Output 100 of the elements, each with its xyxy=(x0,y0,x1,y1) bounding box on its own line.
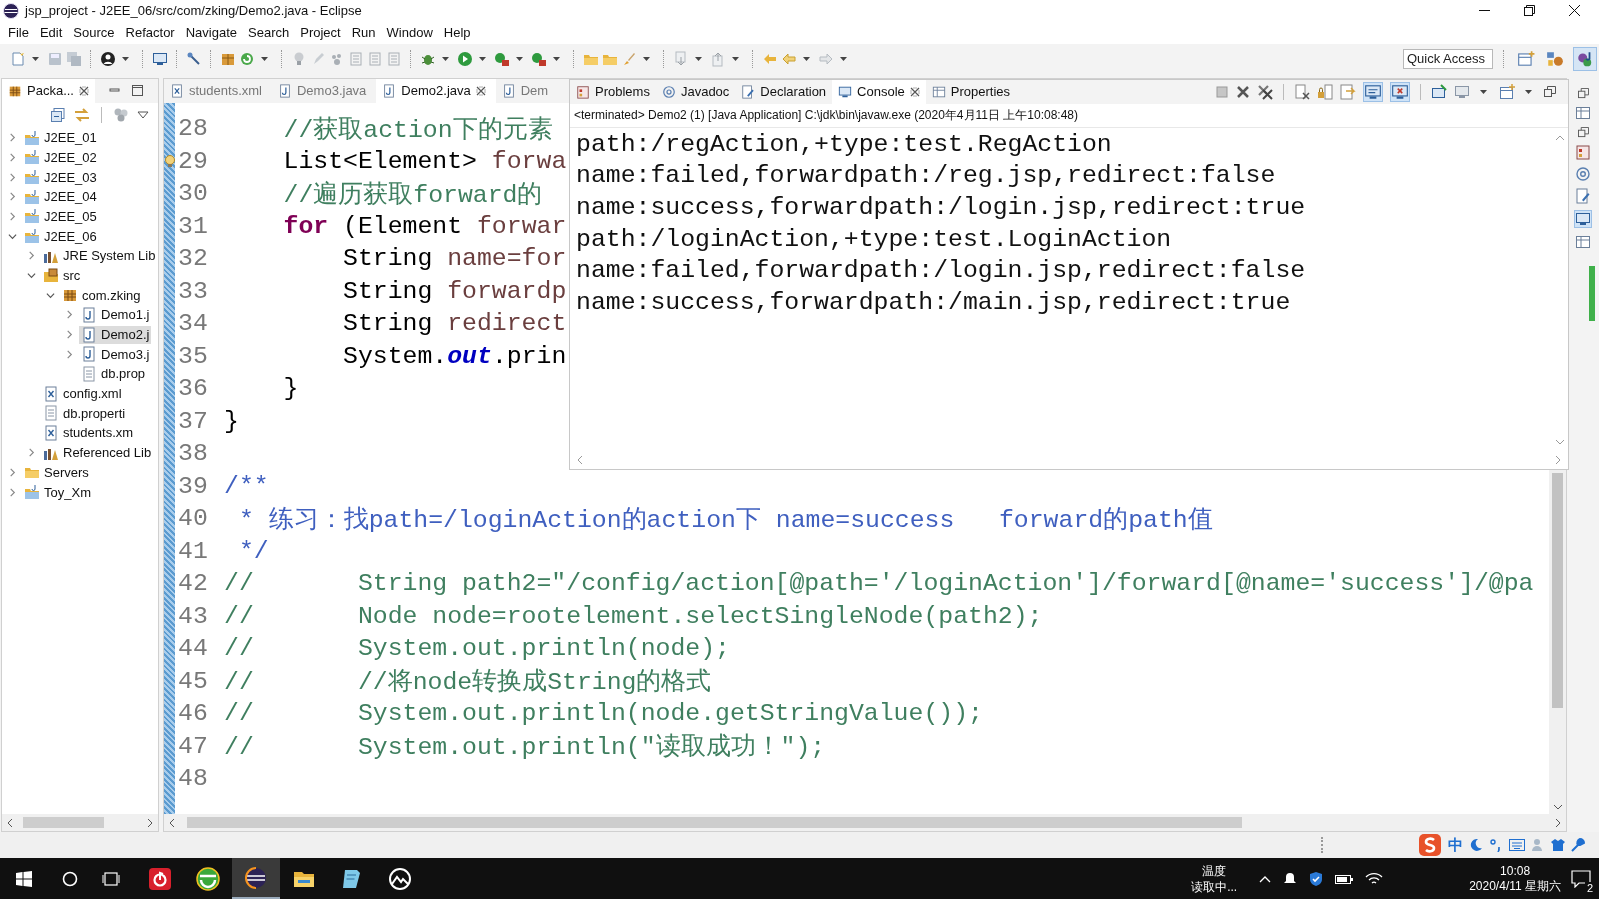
menu-item[interactable]: Refactor xyxy=(123,24,184,42)
maximize-icon[interactable] xyxy=(1524,5,1535,17)
search-icon[interactable] xyxy=(62,870,78,887)
document-icon[interactable] xyxy=(1575,187,1591,204)
weather-text[interactable]: 温度 xyxy=(1202,862,1227,879)
chevron-icon[interactable] xyxy=(8,467,17,477)
tree-item[interactable]: J2EE_04 xyxy=(22,187,99,206)
chevron-icon[interactable] xyxy=(27,251,36,261)
view-tab[interactable]: Problems xyxy=(570,79,656,104)
input-mode[interactable]: 中 xyxy=(1448,835,1463,855)
clock-time[interactable]: 10:08 xyxy=(1500,863,1531,879)
scroll-left-icon[interactable] xyxy=(576,455,584,466)
person-icon[interactable] xyxy=(100,50,116,67)
collapse-all-icon[interactable] xyxy=(50,106,66,123)
tree-item[interactable]: Demo1.j xyxy=(79,305,152,324)
scroll-left-icon[interactable] xyxy=(168,817,176,828)
close-icon[interactable] xyxy=(1569,5,1580,17)
chevron-icon[interactable] xyxy=(8,192,17,202)
refresh-icon[interactable] xyxy=(239,50,255,67)
clipboard-icon[interactable] xyxy=(1575,143,1591,160)
caret-icon[interactable] xyxy=(32,56,39,61)
scroll-up-icon[interactable] xyxy=(1554,133,1565,142)
tree-item[interactable]: Servers xyxy=(22,463,91,482)
outline-icon[interactable] xyxy=(1575,104,1591,121)
caret-up-icon[interactable] xyxy=(1259,874,1272,883)
view-tab[interactable]: Console xyxy=(832,79,926,104)
chevron-icon[interactable] xyxy=(65,330,74,340)
battery-icon[interactable] xyxy=(1335,872,1354,885)
monitor-icon[interactable] xyxy=(1454,83,1470,100)
view-tab[interactable]: Declaration xyxy=(735,79,833,104)
remove-all-icon[interactable] xyxy=(1257,83,1273,100)
caret-icon[interactable] xyxy=(516,56,523,61)
chevron-icon[interactable] xyxy=(27,271,36,280)
caret-icon[interactable] xyxy=(122,56,129,61)
weather-text[interactable]: 读取中... xyxy=(1191,878,1238,895)
java-perspective-icon[interactable] xyxy=(1573,46,1597,71)
play-icon[interactable] xyxy=(457,50,473,67)
restore-icon[interactable] xyxy=(1577,126,1589,138)
scroll-right-icon[interactable] xyxy=(1554,817,1562,828)
menu-item[interactable]: Project xyxy=(298,24,350,42)
caret-icon[interactable] xyxy=(1480,89,1487,94)
caret-icon[interactable] xyxy=(479,56,486,61)
menu-item[interactable]: Source xyxy=(71,24,124,42)
warning-marker-icon[interactable] xyxy=(164,153,176,168)
editor-tab[interactable]: students.xml xyxy=(164,78,272,103)
close-icon[interactable] xyxy=(909,86,920,97)
monitor-icon[interactable] xyxy=(152,50,168,67)
scroll-right-icon[interactable] xyxy=(146,817,154,828)
restore-icon[interactable] xyxy=(1544,85,1556,98)
tree-item[interactable]: Demo2.j xyxy=(79,325,152,344)
punctuation-icon[interactable] xyxy=(1489,838,1503,852)
tree-item[interactable]: db.prop xyxy=(79,364,148,383)
remove-icon[interactable] xyxy=(1236,84,1250,99)
at-sign-icon[interactable] xyxy=(1575,165,1591,182)
close-icon[interactable] xyxy=(475,85,486,96)
view-tab[interactable]: Properties xyxy=(925,79,1017,104)
pin-monitor-icon[interactable] xyxy=(1431,83,1447,100)
run-icon[interactable] xyxy=(494,50,510,67)
editor-tab[interactable]: Demo3.java xyxy=(272,78,377,103)
editor-tab[interactable]: Dem xyxy=(495,78,559,103)
editor-tab[interactable]: Demo2.java xyxy=(376,78,496,103)
tree-item[interactable]: JRE System Lib xyxy=(41,246,158,265)
view-tab[interactable]: Packa... xyxy=(2,78,95,103)
maximize-icon[interactable] xyxy=(131,85,143,97)
clock-date[interactable]: 2020/4/11 星期六 xyxy=(1469,878,1561,894)
start-icon[interactable] xyxy=(16,870,32,887)
bell-icon[interactable] xyxy=(1283,871,1298,886)
wrench-icon[interactable] xyxy=(1571,838,1585,852)
caret-icon[interactable] xyxy=(803,56,810,61)
run-icon[interactable] xyxy=(531,50,547,67)
view-tab[interactable]: Javadoc xyxy=(655,79,736,104)
caret-icon[interactable] xyxy=(840,56,847,61)
chevron-icon[interactable] xyxy=(8,133,17,143)
scrollbar-thumb[interactable] xyxy=(22,817,104,828)
pin-icon[interactable] xyxy=(186,50,202,67)
show-on-output-icon[interactable] xyxy=(1363,81,1383,102)
new-console-icon[interactable] xyxy=(1499,83,1515,100)
chevron-icon[interactable] xyxy=(8,152,17,162)
monitor-icon[interactable] xyxy=(1574,209,1592,228)
menu-item[interactable]: Search xyxy=(246,24,299,42)
caret-icon[interactable] xyxy=(732,56,739,61)
chevron-icon[interactable] xyxy=(8,211,17,221)
menu-item[interactable]: Navigate xyxy=(183,24,246,42)
scroll-right-icon[interactable] xyxy=(1554,455,1562,466)
chevron-icon[interactable] xyxy=(8,487,17,497)
chevron-icon[interactable] xyxy=(27,448,36,458)
show-on-error-icon[interactable] xyxy=(1390,81,1410,102)
caret-icon[interactable] xyxy=(695,56,702,61)
tree-item[interactable]: Demo3.j xyxy=(79,345,152,364)
tree-item[interactable]: J2EE_05 xyxy=(22,207,99,226)
tree-item[interactable]: J2EE_03 xyxy=(22,168,99,187)
scroll-left-icon[interactable] xyxy=(6,817,14,828)
menu-item[interactable]: File xyxy=(6,24,38,42)
tree-item[interactable]: J2EE_06 xyxy=(22,227,99,246)
caret-icon[interactable] xyxy=(643,56,650,61)
tree-item[interactable]: com.zking xyxy=(60,286,143,305)
tree-item[interactable]: config.xml xyxy=(41,384,124,403)
chevron-icon[interactable] xyxy=(8,231,17,241)
close-icon[interactable] xyxy=(78,85,89,96)
restore-icon[interactable] xyxy=(1577,87,1589,99)
